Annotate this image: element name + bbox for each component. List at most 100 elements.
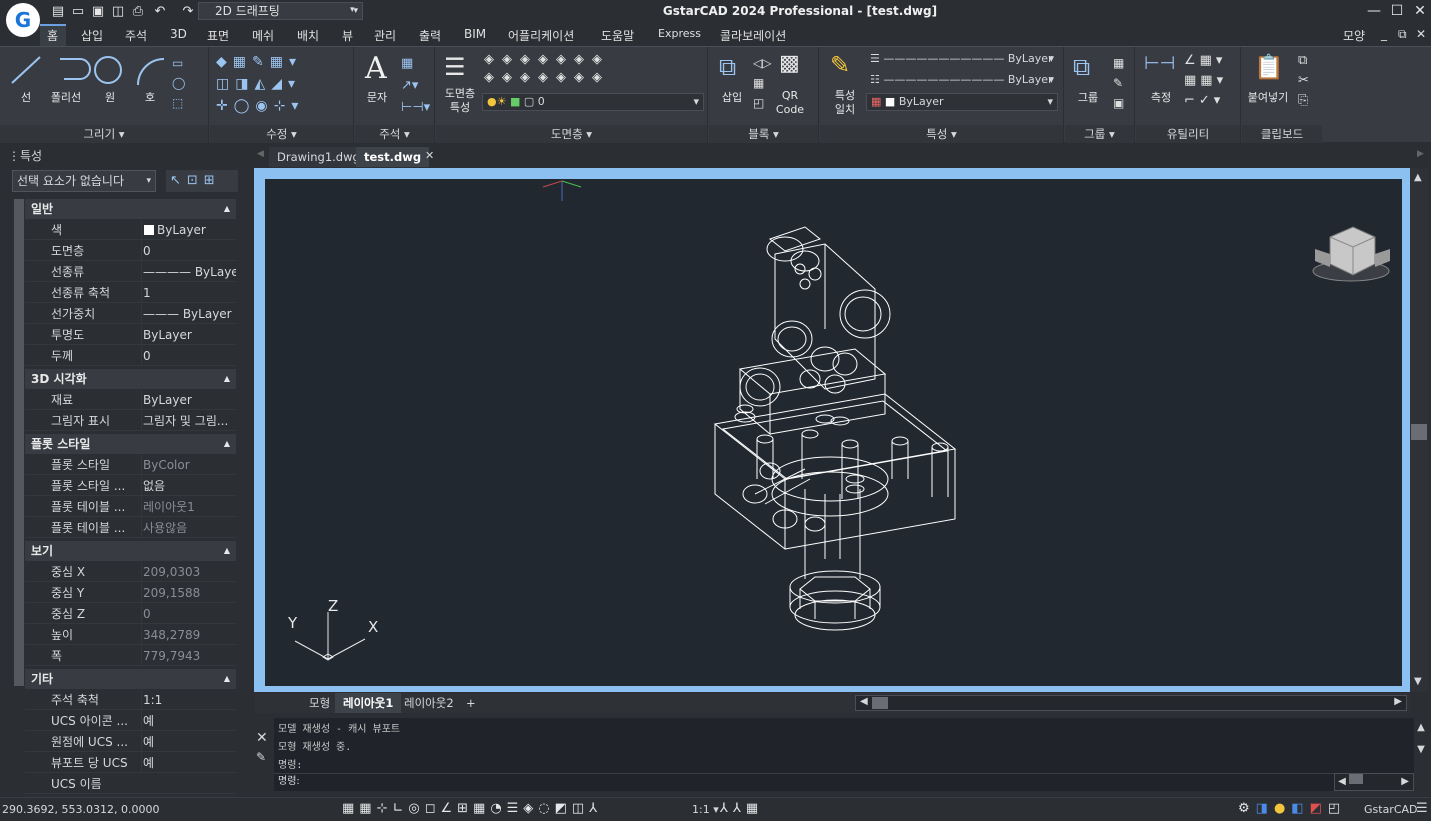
paste-button[interactable]: 붙여넣기 (1246, 89, 1290, 105)
command-input[interactable]: 명령: (274, 773, 1334, 791)
scroll-up-icon[interactable]: ▲ (1414, 172, 1422, 183)
property-row[interactable]: 중심 X 209,0303 (25, 562, 236, 582)
tab-applications[interactable]: 어플리케이션 (508, 27, 574, 44)
property-value[interactable]: ByLayer (141, 390, 236, 410)
tab-manage[interactable]: 관리 (374, 27, 396, 44)
property-value[interactable]: 209,0303 (141, 562, 236, 582)
tab-collaboration[interactable]: 콜라보레이션 (720, 27, 786, 44)
property-row[interactable]: UCS 이름 (25, 774, 236, 794)
layer-tool-icons[interactable]: ◈◈◈◈◈◈◈ ◈◈◈◈◈◈◈ (484, 51, 610, 87)
tab-mesh[interactable]: 메쉬 (252, 27, 274, 44)
save-icon[interactable]: ▣ (90, 4, 106, 20)
annotation-toggles[interactable]: ⅄⅄▦ (720, 801, 763, 816)
clipboard-tool-icons[interactable]: ⧉ ✂ ⎘ (1298, 51, 1309, 111)
line-button[interactable]: 선 (14, 89, 38, 105)
workspace-dropdown[interactable]: 2D 드래프팅 ▾ (198, 2, 363, 20)
property-value[interactable]: 1 (141, 283, 236, 303)
property-value[interactable]: 0 (141, 604, 236, 624)
command-hscroll[interactable]: ◀ ▶ (1334, 773, 1414, 791)
linetype-dropdown[interactable]: ☰ ——————————— ByLayer ▾ (866, 51, 1058, 69)
modify-panel-title[interactable]: 수정 ▾ (210, 125, 353, 143)
block-tool-icons[interactable]: ◁▷ ▦ ◰ (753, 53, 771, 113)
insert-button[interactable]: 삽입 (717, 89, 747, 105)
annotate-panel-title[interactable]: 주석 ▾ (355, 125, 434, 143)
property-value[interactable]: 예 (141, 711, 236, 731)
section-header[interactable]: 보기 ▲ (25, 541, 236, 561)
property-row[interactable]: 플롯 테이블 ... 사용않음 (25, 518, 236, 538)
polyline-button[interactable]: 폴리선 (46, 89, 86, 105)
tab-model[interactable]: 모형 (301, 693, 338, 713)
qr-code-icon[interactable]: ▩ (779, 51, 800, 76)
modify-tool-icons[interactable]: ◆▦✎▦▾ ◫◨◭◢▾ ✛◯◉⊹▾ (216, 51, 350, 117)
tab-bim[interactable]: BIM (464, 27, 486, 41)
property-row[interactable]: 도면층 0 (25, 241, 236, 261)
qr-code-button[interactable]: QR Code (773, 89, 807, 117)
property-row[interactable]: 플롯 테이블 ... 레이아웃1 (25, 497, 236, 517)
property-row[interactable]: 플롯 스타일 ... 없음 (25, 476, 236, 496)
collapse-icon[interactable]: ▲ (224, 541, 230, 561)
collapse-icon[interactable]: ▲ (224, 199, 230, 219)
minimize-icon[interactable]: — (1364, 3, 1384, 21)
tabs-scroll-left-icon[interactable]: ◀ (257, 149, 264, 159)
property-value[interactable]: 209,1588 (141, 583, 236, 603)
ribbon-restore-icon[interactable]: ⧉ (1398, 27, 1407, 42)
group-icon[interactable]: ⧉ (1073, 53, 1090, 81)
group-button[interactable]: 그룹 (1073, 89, 1103, 105)
property-value[interactable]: ByLayer (141, 220, 236, 240)
layer-properties-button[interactable]: 도면층 특성 (440, 87, 480, 115)
group-panel-title[interactable]: 그룹 ▾ (1065, 125, 1134, 143)
drafting-toggles[interactable]: ▦▦⊹∟◎◻∠⊞▦◔☰◈◌◩◫⅄ (342, 801, 602, 816)
tab-home[interactable]: 홈 (47, 27, 58, 44)
tab-view[interactable]: 뷰 (342, 27, 353, 44)
clipboard-panel-title[interactable]: 클립보드 (1242, 125, 1322, 143)
tab-layout2[interactable]: 레이아웃2 (396, 693, 462, 713)
undo-icon[interactable]: ↶ (152, 4, 168, 20)
property-row[interactable]: 선가중치 ——— ByLayer (25, 304, 236, 324)
property-row[interactable]: 중심 Z 0 (25, 604, 236, 624)
command-settings-icon[interactable]: ✎ (256, 750, 266, 764)
collapse-icon[interactable]: ▲ (224, 369, 230, 389)
selection-dropdown[interactable]: 선택 요소가 없습니다 ▾ (12, 170, 156, 192)
section-header[interactable]: 3D 시각화 ▲ (25, 369, 236, 389)
property-row[interactable]: 뷰포트 당 UCS 예 (25, 753, 236, 773)
insert-block-icon[interactable]: ⧉ (719, 53, 736, 81)
tab-layout1[interactable]: 레이아웃1 (335, 693, 402, 713)
drawing-canvas[interactable] (265, 179, 1402, 686)
arc-button[interactable]: 호 (138, 89, 162, 105)
utilities-panel-title[interactable]: 유틸리티 (1136, 125, 1240, 143)
print-icon[interactable]: ⎙ (130, 4, 146, 20)
property-row[interactable]: 중심 Y 209,1588 (25, 583, 236, 603)
property-value[interactable]: ByLayer (141, 325, 236, 345)
property-row[interactable]: 주석 축척 1:1 (25, 690, 236, 710)
tab-surface[interactable]: 표면 (207, 27, 229, 44)
tab-help[interactable]: 도움말 (601, 27, 634, 44)
maximize-icon[interactable]: ☐ (1387, 3, 1407, 21)
property-row[interactable]: 그림자 표시 그림자 및 그림... (25, 411, 236, 431)
layers-panel-title[interactable]: 도면층 ▾ (436, 125, 707, 143)
doc-tab-test[interactable]: test.dwg (356, 147, 430, 167)
hscroll-thumb[interactable] (872, 697, 888, 709)
measure-button[interactable]: 측정 (1146, 89, 1176, 105)
property-row[interactable]: 재료 ByLayer (25, 390, 236, 410)
property-value[interactable]: 0 (141, 241, 236, 261)
add-layout-button[interactable]: + (458, 693, 484, 713)
ribbon-minimize-icon[interactable]: _ (1381, 27, 1387, 41)
ribbon-close-icon[interactable]: ✕ (1416, 27, 1426, 41)
save-as-icon[interactable]: ◫ (110, 4, 126, 20)
scroll-right-icon[interactable]: ▶ (1394, 696, 1402, 707)
tab-3d[interactable]: 3D (170, 27, 187, 41)
horizontal-scrollbar[interactable]: ◀ ▶ (855, 695, 1407, 711)
tab-insert[interactable]: 삽입 (81, 27, 103, 44)
customize-qa-icon[interactable]: ▾ (350, 5, 355, 15)
property-row[interactable]: 높이 348,2789 (25, 625, 236, 645)
vertical-scrollbar[interactable]: ▲ ▼ (1410, 168, 1428, 692)
section-header[interactable]: 일반 ▲ (25, 199, 236, 219)
color-dropdown[interactable]: ▦ ■ ByLayer ▾ (866, 93, 1058, 111)
property-row[interactable]: 원점에 UCS ... 예 (25, 732, 236, 752)
property-row[interactable]: 투명도 ByLayer (25, 325, 236, 345)
scroll-down-icon[interactable]: ▼ (1414, 676, 1422, 687)
quick-select-icons[interactable]: ↖⊡⊞ (166, 170, 238, 192)
close-command-icon[interactable]: ✕ (256, 730, 268, 746)
property-value[interactable]: 예 (141, 732, 236, 752)
property-row[interactable]: 선종류 ———— ByLayer (25, 262, 236, 282)
